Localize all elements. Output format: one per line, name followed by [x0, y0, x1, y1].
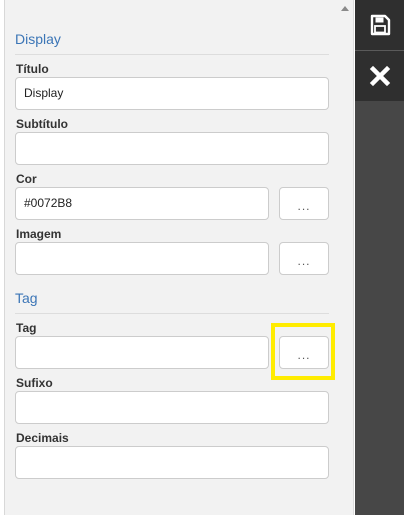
titulo-label: Título [16, 62, 49, 76]
close-icon [369, 65, 390, 87]
tag-label: Tag [16, 321, 37, 335]
imagem-browse-button[interactable]: ... [279, 242, 329, 275]
subtitulo-input[interactable] [15, 132, 329, 165]
imagem-label: Imagem [16, 227, 62, 241]
decimais-label: Decimais [16, 431, 69, 445]
titulo-input[interactable]: Display [15, 77, 329, 110]
imagem-input[interactable] [15, 242, 269, 275]
cor-input[interactable]: #0072B8 [15, 187, 269, 220]
side-toolbar [355, 0, 404, 515]
subtitulo-label: Subtítulo [16, 117, 68, 131]
close-button[interactable] [355, 51, 404, 101]
highlight-box [271, 323, 335, 380]
decimais-input[interactable] [15, 446, 329, 479]
divider [15, 313, 329, 314]
scroll-up-arrow-icon[interactable] [341, 6, 349, 11]
save-button[interactable] [355, 0, 404, 50]
divider [15, 54, 329, 55]
section-title-display: Display [15, 31, 61, 47]
floppy-disk-icon [370, 14, 390, 36]
cor-label: Cor [16, 172, 37, 186]
scrollbar[interactable] [338, 0, 354, 515]
sufixo-input[interactable] [15, 391, 329, 424]
section-title-tag: Tag [15, 290, 38, 306]
sufixo-label: Sufixo [16, 376, 53, 390]
tag-input[interactable] [15, 336, 269, 369]
cor-picker-button[interactable]: ... [279, 187, 329, 220]
